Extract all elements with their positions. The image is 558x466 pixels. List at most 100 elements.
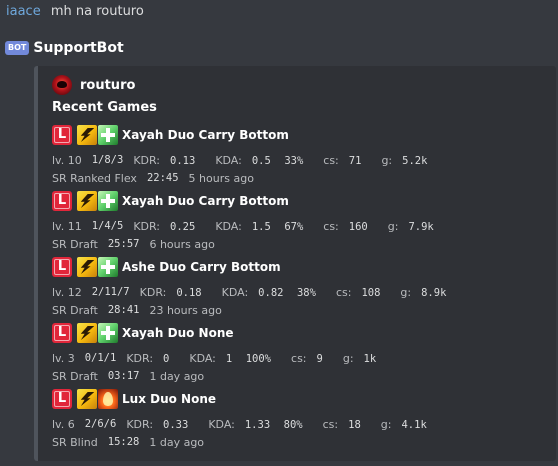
cs-label: cs:: [322, 417, 339, 431]
cs-label: cs:: [323, 153, 339, 167]
kda-value: 1.5: [251, 220, 271, 233]
queue-type: SR Ranked Flex: [52, 171, 137, 185]
queue-type: SR Blind: [52, 435, 98, 449]
kill-participation: 33%: [284, 154, 304, 167]
gold-label: g:: [381, 153, 393, 167]
gold-value: 7.9k: [408, 220, 434, 233]
cs: cs: 160: [323, 220, 377, 233]
level: lv. 12: [52, 285, 82, 299]
time-ago: 1 day ago: [149, 369, 205, 383]
kdr-value: 0: [163, 352, 170, 365]
time-ago: 1 day ago: [149, 435, 205, 449]
gold: g: 8.9k: [400, 286, 456, 299]
kda: KDA: 0.5 33%: [215, 154, 313, 167]
game-header: L Xayah Duo Carry Bottom: [52, 124, 289, 146]
gold-value: 8.9k: [421, 286, 447, 299]
message-author[interactable]: iaace: [6, 4, 41, 19]
bot-name[interactable]: SupportBot: [33, 40, 123, 56]
flash-spell-icon: [77, 191, 97, 211]
kdr: KDR: 0.25: [133, 220, 205, 233]
cs-value: 71: [348, 154, 362, 167]
score: 1/8/3: [91, 154, 124, 166]
queue-type: SR Draft: [52, 237, 98, 251]
game-duration: 03:17: [107, 370, 140, 382]
gold: g: 1k: [343, 352, 386, 365]
kdr: KDR: 0.33: [126, 418, 198, 431]
embed-author-name: routuro: [80, 77, 136, 93]
gold: g: 4.1k: [381, 418, 437, 431]
kill-participation: 67%: [284, 220, 304, 233]
user-message: iaace mh na routuro: [6, 3, 144, 21]
loss-badge-icon: L: [52, 191, 72, 211]
loss-badge-icon: L: [52, 125, 72, 145]
game-duration: 28:41: [107, 304, 140, 316]
kdr-value: 0.18: [176, 286, 202, 299]
bot-header: BOT SupportBot: [5, 38, 124, 58]
flash-spell-icon: [77, 125, 97, 145]
cs-label: cs:: [323, 219, 339, 233]
game-meta: SR Draft 28:41 23 hours ago: [52, 302, 232, 318]
heal-spell-icon: [98, 257, 118, 277]
result-label: L: [57, 193, 67, 208]
game-title: Lux Duo None: [122, 392, 217, 406]
game-title: Ashe Duo Carry Bottom: [122, 260, 281, 274]
game-header: L Ashe Duo Carry Bottom: [52, 256, 281, 278]
game-entry: L Xayah Duo Carry Bottom lv. 11 1/4/5 KD…: [52, 190, 552, 254]
embed-title: Recent Games: [52, 100, 157, 115]
cs-value: 160: [348, 220, 368, 233]
cs-label: cs:: [335, 285, 352, 299]
time-ago: 6 hours ago: [149, 237, 215, 251]
ignite-spell-icon: [98, 389, 118, 409]
cs: cs: 71: [323, 154, 371, 167]
game-stats: lv. 6 2/6/6 KDR: 0.33 KDA: 1.33 80% cs: 18 …: [52, 416, 447, 432]
game-title: Xayah Duo None: [122, 326, 234, 340]
gold: g: 7.9k: [388, 220, 444, 233]
gold-value: 5.2k: [402, 154, 428, 167]
kdr: KDR: 0: [126, 352, 179, 365]
level: lv. 6: [52, 417, 75, 431]
kdr: KDR: 0.18: [140, 286, 212, 299]
kill-participation: 38%: [296, 286, 316, 299]
game-header: L Xayah Duo None: [52, 322, 234, 344]
cs-value: 18: [348, 418, 361, 431]
level: lv. 10: [52, 153, 82, 167]
kda: KDA: 1.5 67%: [215, 220, 313, 233]
game-entry: L Lux Duo None lv. 6 2/6/6 KDR: 0.33 KDA:…: [52, 388, 552, 452]
game-meta: SR Draft 25:57 6 hours ago: [52, 236, 225, 252]
kda-label: KDA:: [189, 351, 216, 365]
gold-label: g:: [387, 219, 399, 233]
loss-badge-icon: L: [52, 257, 72, 277]
kda-label: KDA:: [215, 153, 242, 167]
game-duration: 25:57: [107, 238, 140, 250]
cs-value: 9: [316, 352, 323, 365]
game-duration: 15:28: [107, 436, 140, 448]
cs: cs: 18: [323, 418, 371, 431]
embed-author: routuro: [52, 75, 135, 95]
result-label: L: [57, 127, 67, 142]
loss-badge-icon: L: [52, 323, 72, 343]
gold-value: 1k: [363, 352, 377, 365]
game-meta: SR Ranked Flex 22:45 5 hours ago: [52, 170, 264, 186]
kill-participation: 80%: [283, 418, 303, 431]
result-label: L: [57, 259, 67, 274]
kda-label: KDA:: [221, 285, 249, 299]
kda-value: 1.33: [244, 418, 271, 431]
flash-spell-icon: [77, 257, 97, 277]
gold-label: g:: [380, 417, 392, 431]
bot-tag-badge: BOT: [5, 41, 30, 55]
queue-type: SR Draft: [52, 303, 98, 317]
time-ago: 23 hours ago: [149, 303, 222, 317]
cs: cs: 9: [291, 352, 333, 365]
gold-label: g:: [400, 285, 412, 299]
game-title: Xayah Duo Carry Bottom: [122, 194, 289, 208]
game-stats: lv. 12 2/11/7 KDR: 0.18 KDA: 0.82 38% cs: 1…: [52, 284, 466, 300]
heal-spell-icon: [98, 191, 118, 211]
kdr-label: KDR:: [126, 417, 154, 431]
heal-spell-icon: [98, 125, 118, 145]
result-label: L: [57, 391, 67, 406]
game-entry: L Ashe Duo Carry Bottom lv. 12 2/11/7 KD…: [52, 256, 552, 320]
kda-label: KDA:: [208, 417, 235, 431]
time-ago: 5 hours ago: [188, 171, 254, 185]
cs-value: 108: [361, 286, 381, 299]
score: 0/1/1: [84, 352, 117, 364]
